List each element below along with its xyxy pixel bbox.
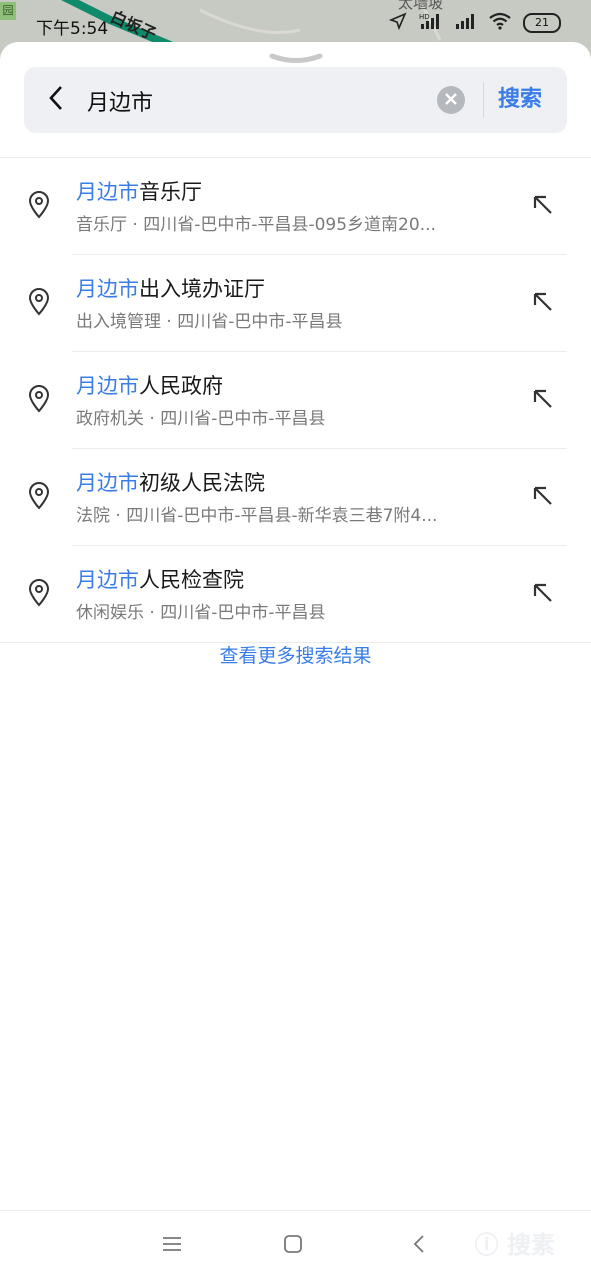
menu-icon <box>162 1235 182 1257</box>
result-subtitle: 音乐厅 · 四川省-巴中市-平昌县-095乡道南20... <box>76 215 436 235</box>
location-pin-icon <box>27 385 51 413</box>
navigation-bar: ⓘ 搜素 <box>0 1210 591 1280</box>
result-title: 月边市人民政府 <box>76 370 223 400</box>
result-item[interactable]: 月边市人民检查院 休闲娱乐 · 四川省-巴中市-平昌县 <box>0 546 591 643</box>
result-title-rest: 人民政府 <box>139 374 223 398</box>
result-item[interactable]: 月边市人民政府 政府机关 · 四川省-巴中市-平昌县 <box>0 352 591 449</box>
result-subtitle: 法院 · 四川省-巴中市-平昌县-新华袁三巷7附4... <box>76 506 438 526</box>
arrow-up-left-icon <box>531 193 555 221</box>
fill-query-button[interactable] <box>528 289 558 319</box>
home-icon <box>283 1234 303 1258</box>
arrow-up-left-icon <box>531 484 555 512</box>
arrow-up-left-icon <box>531 387 555 415</box>
location-arrow-icon <box>388 12 407 34</box>
result-item[interactable]: 月边市音乐厅 音乐厅 · 四川省-巴中市-平昌县-095乡道南20... <box>0 158 591 255</box>
search-sheet: 搜索 月边市音乐厅 音乐厅 · 四川省-巴中市-平昌县-095乡道南20... … <box>0 42 591 1280</box>
sheet-handle-icon[interactable] <box>268 50 324 63</box>
result-title-highlight: 月边市 <box>76 374 139 398</box>
search-divider <box>483 82 484 118</box>
wifi-icon <box>489 12 511 34</box>
battery-indicator: 21 <box>523 13 561 33</box>
watermark: ⓘ 搜素 <box>474 1231 555 1259</box>
result-subtitle: 休闲娱乐 · 四川省-巴中市-平昌县 <box>76 603 326 623</box>
location-pin-icon <box>27 288 51 316</box>
result-title-rest: 音乐厅 <box>139 180 202 204</box>
result-subtitle: 政府机关 · 四川省-巴中市-平昌县 <box>76 409 326 429</box>
result-title: 月边市出入境办证厅 <box>76 273 265 303</box>
fill-query-button[interactable] <box>528 483 558 513</box>
search-button[interactable]: 搜索 <box>498 83 542 117</box>
fill-query-button[interactable] <box>528 192 558 222</box>
search-bar: 搜索 <box>24 67 567 133</box>
result-title-rest: 出入境办证厅 <box>139 277 265 301</box>
result-title-highlight: 月边市 <box>76 568 139 592</box>
result-title-highlight: 月边市 <box>76 471 139 495</box>
back-button[interactable] <box>38 82 74 118</box>
status-bar: 下午5:54 HD 21 <box>0 0 591 44</box>
clear-button[interactable] <box>437 86 465 114</box>
status-icons: HD 21 <box>388 12 561 34</box>
result-title-rest: 初级人民法院 <box>139 471 265 495</box>
more-results-link[interactable]: 查看更多搜索结果 <box>0 641 591 668</box>
home-button[interactable] <box>278 1233 308 1259</box>
status-time: 下午5:54 <box>36 19 109 39</box>
result-title: 月边市初级人民法院 <box>76 467 265 497</box>
result-item[interactable]: 月边市出入境办证厅 出入境管理 · 四川省-巴中市-平昌县 <box>0 255 591 352</box>
menu-button[interactable] <box>157 1233 187 1259</box>
result-title: 月边市人民检查院 <box>76 564 244 594</box>
result-item[interactable]: 月边市初级人民法院 法院 · 四川省-巴中市-平昌县-新华袁三巷7附4... <box>0 449 591 546</box>
clear-icon <box>444 91 458 110</box>
result-title-highlight: 月边市 <box>76 277 139 301</box>
result-title-highlight: 月边市 <box>76 180 139 204</box>
signal-hd-icon: HD <box>419 12 443 34</box>
location-pin-icon <box>27 191 51 219</box>
location-pin-icon <box>27 579 51 607</box>
chevron-left-icon <box>47 85 65 115</box>
search-input[interactable] <box>85 84 429 118</box>
svg-text:HD: HD <box>419 13 430 21</box>
location-pin-icon <box>27 482 51 510</box>
nav-back-button[interactable] <box>404 1233 434 1259</box>
result-title: 月边市音乐厅 <box>76 176 202 206</box>
result-title-rest: 人民检查院 <box>139 568 244 592</box>
arrow-up-left-icon <box>531 290 555 318</box>
arrow-up-left-icon <box>531 581 555 609</box>
result-list: 月边市音乐厅 音乐厅 · 四川省-巴中市-平昌县-095乡道南20... 月边市… <box>0 158 591 643</box>
nav-back-icon <box>412 1234 426 1258</box>
fill-query-button[interactable] <box>528 386 558 416</box>
result-subtitle: 出入境管理 · 四川省-巴中市-平昌县 <box>76 312 343 332</box>
signal-icon <box>455 12 477 34</box>
fill-query-button[interactable] <box>528 580 558 610</box>
